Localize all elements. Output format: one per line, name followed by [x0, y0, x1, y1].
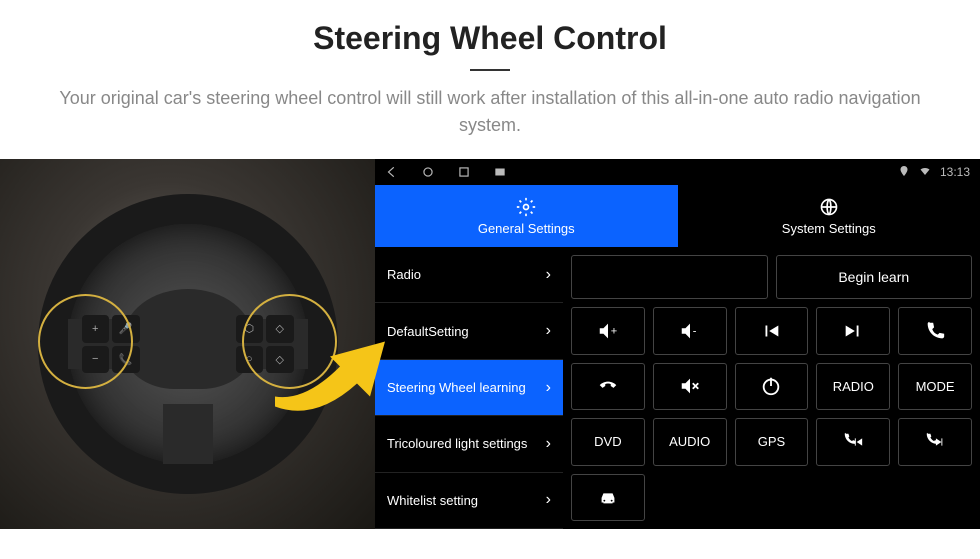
sidebar-label: Tricoloured light settings — [387, 436, 527, 451]
sidebar-item-radio[interactable]: Radio › — [375, 247, 563, 303]
wheel-btn-plus: + — [82, 315, 110, 343]
wheel-btn-src: ⬡ — [236, 315, 264, 343]
settings-sidebar: Radio › DefaultSetting › Steering Wheel … — [375, 247, 563, 529]
btn-car[interactable] — [571, 474, 645, 522]
wheel-btn-cycle: ○ — [236, 346, 264, 374]
settings-tabs: General Settings System Settings — [375, 185, 980, 247]
btn-call-prev[interactable] — [816, 418, 890, 466]
sidebar-item-whitelist[interactable]: Whitelist setting › — [375, 473, 563, 529]
clock-text: 13:13 — [940, 165, 970, 179]
chevron-right-icon: › — [546, 322, 551, 340]
btn-prev-track[interactable] — [735, 307, 809, 355]
btn-mute[interactable] — [653, 363, 727, 411]
page-title: Steering Wheel Control — [40, 20, 940, 57]
wheel-buttons-left: + 🎤 − 📞 — [76, 309, 146, 379]
tab-general-label: General Settings — [478, 221, 575, 236]
head-unit-screen: 13:13 General Settings System Settings R… — [375, 159, 980, 529]
recent-apps-icon[interactable] — [457, 165, 471, 179]
sidebar-item-steering-wheel[interactable]: Steering Wheel learning › — [375, 360, 563, 416]
gear-icon — [516, 197, 536, 217]
sidebar-item-default[interactable]: DefaultSetting › — [375, 303, 563, 359]
location-icon — [898, 165, 910, 180]
btn-gps[interactable]: GPS — [735, 418, 809, 466]
wheel-spoke-bottom — [163, 404, 213, 464]
sidebar-item-tricoloured[interactable]: Tricoloured light settings › — [375, 416, 563, 472]
home-icon[interactable] — [421, 165, 435, 179]
android-status-bar: 13:13 — [375, 159, 980, 185]
title-divider — [470, 69, 510, 71]
learn-display-slot — [571, 255, 768, 299]
content-row: + 🎤 − 📞 ⬡ ◇ ○ ◇ — [0, 159, 980, 529]
tab-system-label: System Settings — [782, 221, 876, 236]
learn-top-row: Begin learn — [571, 255, 972, 299]
steering-wheel-photo: + 🎤 − 📞 ⬡ ◇ ○ ◇ — [0, 159, 375, 529]
btn-dvd[interactable]: DVD — [571, 418, 645, 466]
btn-vol-down[interactable]: - — [653, 307, 727, 355]
learning-panel: Begin learn + - RADIO MODE DVD AUDIO — [563, 247, 980, 529]
chevron-right-icon: › — [546, 379, 551, 397]
btn-hangup[interactable] — [571, 363, 645, 411]
chevron-right-icon: › — [546, 266, 551, 284]
wheel-btn-voice: 🎤 — [112, 315, 140, 343]
chevron-right-icon: › — [546, 491, 551, 509]
svg-text:+: + — [611, 325, 617, 337]
status-icons: 13:13 — [898, 165, 970, 180]
globe-icon — [819, 197, 839, 217]
tab-general-settings[interactable]: General Settings — [375, 185, 678, 247]
btn-call[interactable] — [898, 307, 972, 355]
btn-audio[interactable]: AUDIO — [653, 418, 727, 466]
btn-call-next[interactable] — [898, 418, 972, 466]
tab-system-settings[interactable]: System Settings — [678, 185, 980, 247]
nav-buttons — [385, 165, 507, 179]
page-header: Steering Wheel Control Your original car… — [0, 0, 980, 149]
main-area: Radio › DefaultSetting › Steering Wheel … — [375, 247, 980, 529]
screenshot-icon[interactable] — [493, 165, 507, 179]
wheel-btn-minus: − — [82, 346, 110, 374]
btn-next-track[interactable] — [816, 307, 890, 355]
sidebar-label: Whitelist setting — [387, 493, 478, 508]
wifi-icon — [918, 165, 932, 180]
back-icon[interactable] — [385, 165, 399, 179]
sidebar-label: DefaultSetting — [387, 324, 469, 339]
begin-learn-label: Begin learn — [838, 269, 909, 285]
sidebar-label: Steering Wheel learning — [387, 380, 526, 395]
pointer-arrow — [265, 326, 395, 421]
function-grid: + - RADIO MODE DVD AUDIO GPS — [571, 307, 972, 521]
btn-mode[interactable]: MODE — [898, 363, 972, 411]
btn-radio[interactable]: RADIO — [816, 363, 890, 411]
btn-vol-up[interactable]: + — [571, 307, 645, 355]
chevron-right-icon: › — [546, 435, 551, 453]
sidebar-label: Radio — [387, 267, 421, 282]
btn-power[interactable] — [735, 363, 809, 411]
begin-learn-button[interactable]: Begin learn — [776, 255, 973, 299]
svg-text:-: - — [692, 325, 696, 337]
wheel-btn-phone: 📞 — [112, 346, 140, 374]
page-subtitle: Your original car's steering wheel contr… — [40, 85, 940, 139]
